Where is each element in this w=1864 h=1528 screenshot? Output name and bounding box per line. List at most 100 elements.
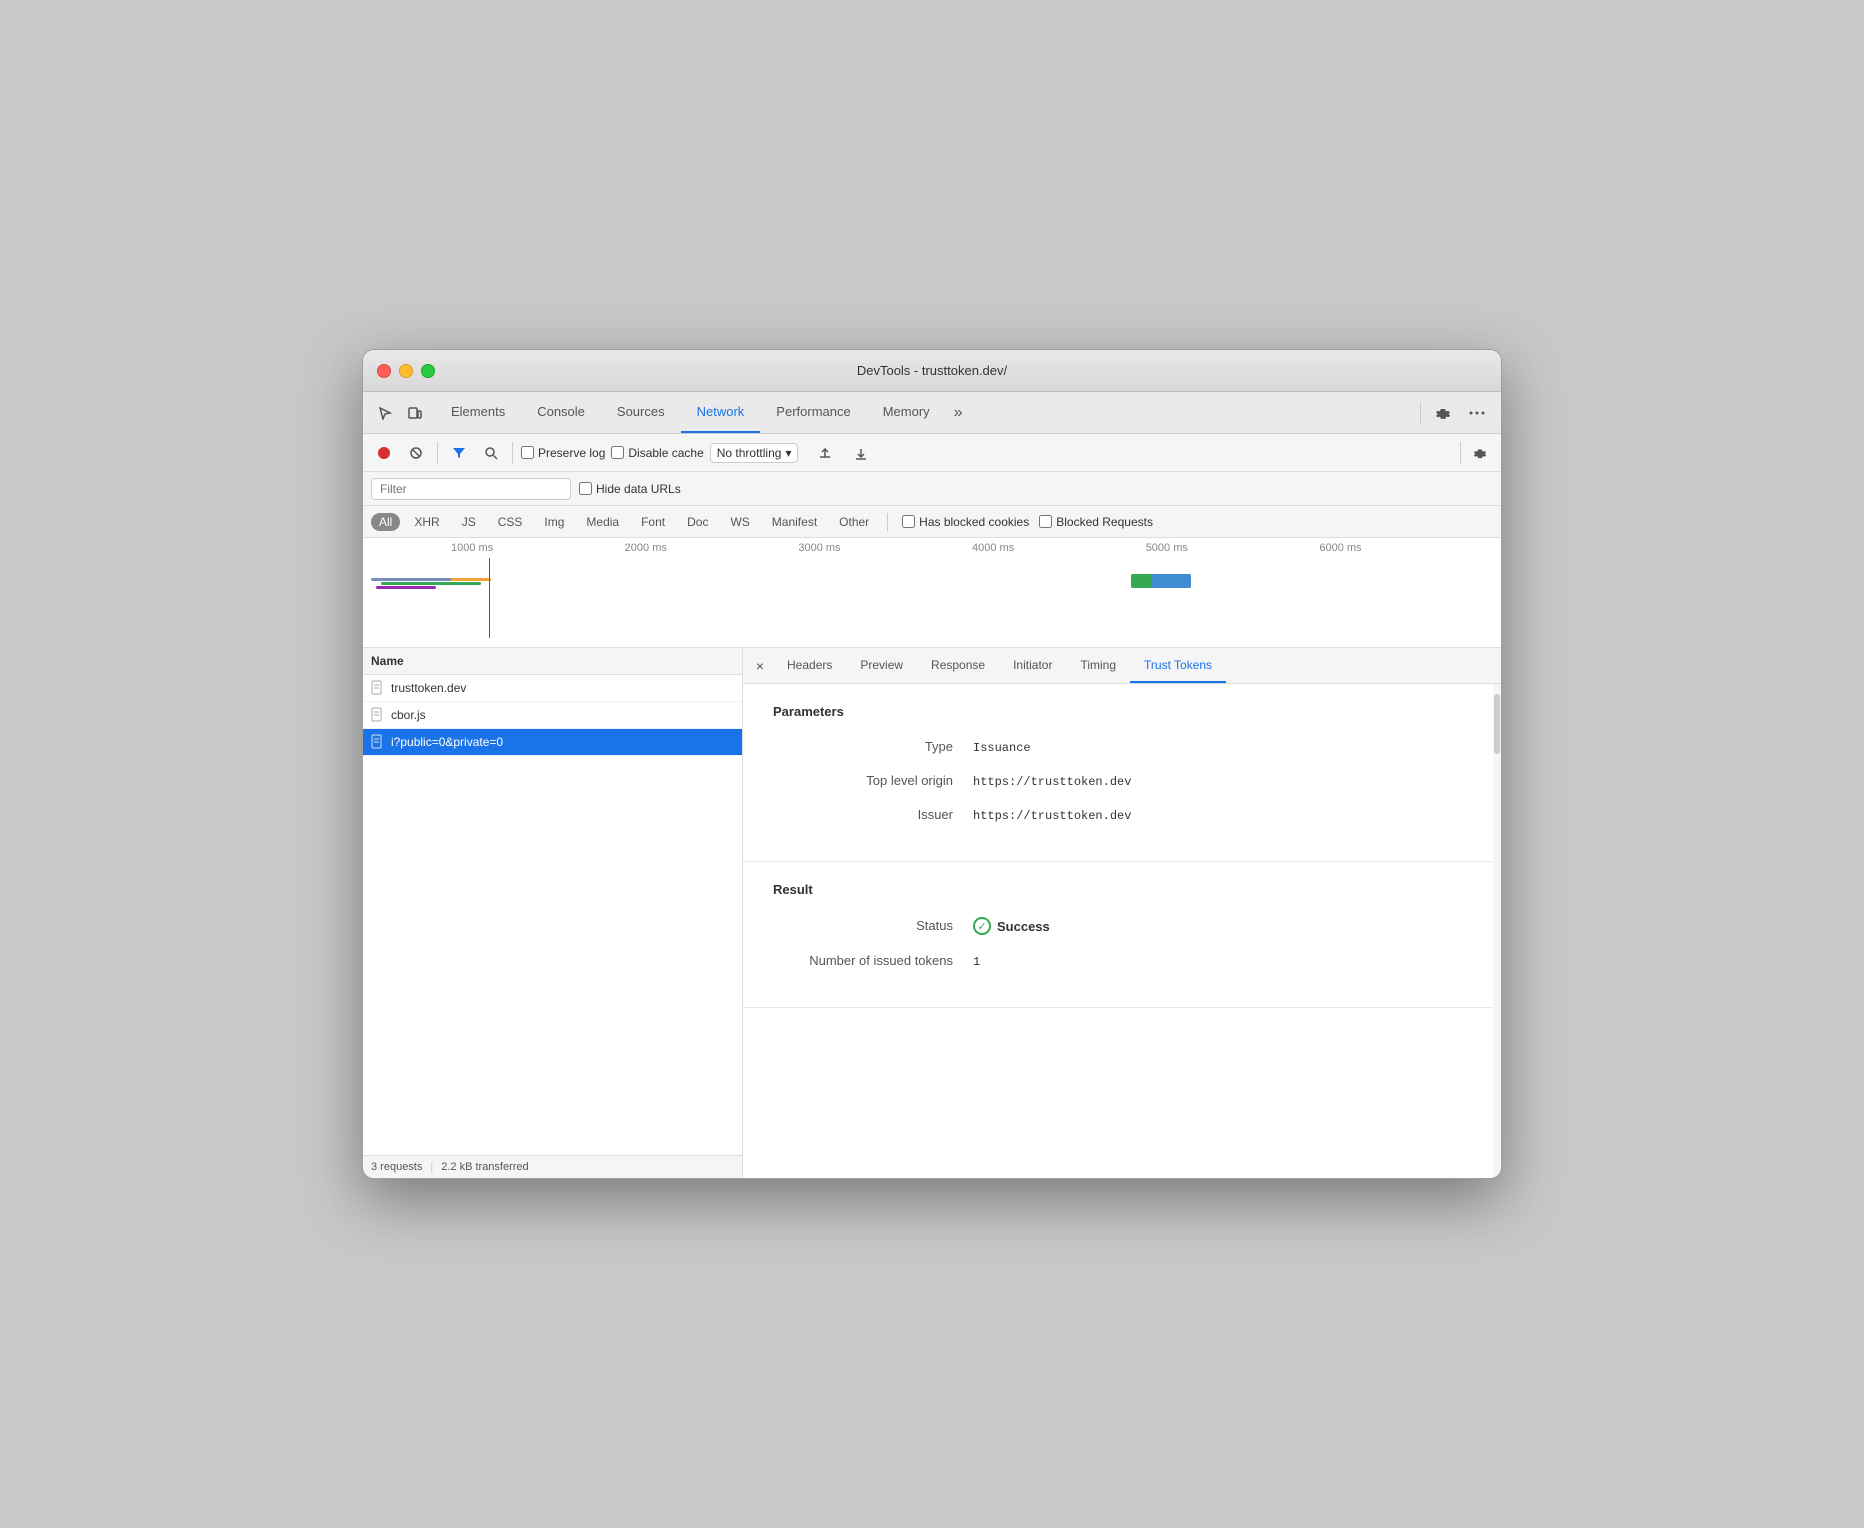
right-panel: × Headers Preview Response Initiator Tim… — [743, 648, 1501, 1178]
settings-icon[interactable] — [1429, 399, 1457, 427]
type-divider — [887, 513, 888, 531]
tab-network[interactable]: Network — [681, 392, 761, 433]
type-manifest-button[interactable]: Manifest — [764, 513, 825, 531]
ruler-mark-2: 2000 ms — [625, 542, 799, 554]
main-area: Name trusttoken.dev cbor — [363, 648, 1501, 1178]
timeline-line-green — [381, 582, 481, 585]
type-all-button[interactable]: All — [371, 513, 400, 531]
divider3 — [1460, 442, 1461, 464]
tab-preview[interactable]: Preview — [846, 648, 917, 683]
type-filter-row: All XHR JS CSS Img Media Font Doc WS Man… — [363, 506, 1501, 538]
hide-data-urls-label: Hide data URLs — [596, 482, 681, 496]
top-level-origin-label: Top level origin — [773, 773, 973, 788]
hide-data-urls-group[interactable]: Hide data URLs — [579, 482, 681, 496]
blocked-requests-label: Blocked Requests — [1056, 515, 1153, 529]
tokens-value: 1 — [973, 955, 980, 969]
maximize-button[interactable] — [421, 364, 435, 378]
type-css-button[interactable]: CSS — [490, 513, 531, 531]
type-media-button[interactable]: Media — [578, 513, 627, 531]
status-value-group: ✓ Success — [973, 917, 1050, 935]
left-panel: Name trusttoken.dev cbor — [363, 648, 743, 1178]
result-section: Result Status ✓ Success Number of issued… — [743, 862, 1501, 1008]
disable-cache-group[interactable]: Disable cache — [611, 446, 703, 460]
request-name: cbor.js — [391, 708, 426, 722]
window-controls — [377, 364, 435, 378]
more-tabs-button[interactable]: » — [946, 404, 971, 422]
filter-input[interactable] — [371, 478, 571, 500]
disable-cache-checkbox[interactable] — [611, 446, 624, 459]
record-button[interactable] — [371, 440, 397, 466]
has-blocked-cookies-group[interactable]: Has blocked cookies — [902, 515, 1029, 529]
type-value: Issuance — [973, 741, 1031, 755]
has-blocked-cookies-checkbox[interactable] — [902, 515, 915, 528]
minimize-button[interactable] — [399, 364, 413, 378]
toolbar-settings-icon[interactable] — [1467, 440, 1493, 466]
device-icon[interactable] — [401, 399, 429, 427]
request-list: trusttoken.dev cbor.js — [363, 675, 742, 1155]
timeline-bar: 1000 ms 2000 ms 3000 ms 4000 ms 5000 ms … — [363, 538, 1501, 648]
tab-performance[interactable]: Performance — [760, 392, 866, 433]
tab-console[interactable]: Console — [521, 392, 601, 433]
close-panel-button[interactable]: × — [747, 653, 773, 679]
preserve-log-checkbox[interactable] — [521, 446, 534, 459]
file-icon — [371, 734, 385, 750]
close-button[interactable] — [377, 364, 391, 378]
cursor-icon[interactable] — [371, 399, 399, 427]
timeline-ruler: 1000 ms 2000 ms 3000 ms 4000 ms 5000 ms … — [363, 538, 1501, 554]
status-value: Success — [997, 919, 1050, 934]
ruler-mark-3: 3000 ms — [798, 542, 972, 554]
type-other-button[interactable]: Other — [831, 513, 877, 531]
devtools-top-tabs: Elements Console Sources Network Perform… — [363, 392, 1501, 434]
status-label: Status — [773, 918, 973, 933]
filter-button[interactable] — [446, 440, 472, 466]
request-name: i?public=0&private=0 — [391, 735, 503, 749]
tab-memory[interactable]: Memory — [867, 392, 946, 433]
clear-button[interactable] — [403, 440, 429, 466]
tokens-row: Number of issued tokens 1 — [773, 953, 1471, 969]
tab-headers[interactable]: Headers — [773, 648, 846, 683]
blocked-requests-group[interactable]: Blocked Requests — [1039, 515, 1153, 529]
top-level-origin-row: Top level origin https://trusttoken.dev — [773, 773, 1471, 789]
type-ws-button[interactable]: WS — [722, 513, 757, 531]
parameters-section: Parameters Type Issuance Top level origi… — [743, 684, 1501, 862]
blocked-requests-checkbox[interactable] — [1039, 515, 1052, 528]
tab-trust-tokens[interactable]: Trust Tokens — [1130, 648, 1226, 683]
type-js-button[interactable]: JS — [454, 513, 484, 531]
type-img-button[interactable]: Img — [536, 513, 572, 531]
tab-elements[interactable]: Elements — [435, 392, 521, 433]
hide-data-urls-checkbox[interactable] — [579, 482, 592, 495]
type-row: Type Issuance — [773, 739, 1471, 755]
status-row: Status ✓ Success — [773, 917, 1471, 935]
type-font-button[interactable]: Font — [633, 513, 673, 531]
tab-initiator[interactable]: Initiator — [999, 648, 1066, 683]
chevron-down-icon: ▾ — [785, 446, 791, 460]
preserve-log-label: Preserve log — [538, 446, 605, 460]
scrollbar-track[interactable] — [1493, 684, 1501, 1178]
request-name: trusttoken.dev — [391, 681, 466, 695]
tab-response[interactable]: Response — [917, 648, 999, 683]
request-item-cbor[interactable]: cbor.js — [363, 702, 742, 729]
request-item-trusttoken[interactable]: trusttoken.dev — [363, 675, 742, 702]
scrollbar-thumb[interactable] — [1494, 694, 1500, 754]
devtools-window: DevTools - trusttoken.dev/ Elements Cons… — [362, 349, 1502, 1179]
file-icon — [371, 707, 385, 723]
download-button[interactable] — [848, 440, 874, 466]
tab-sources[interactable]: Sources — [601, 392, 681, 433]
throttle-select[interactable]: No throttling ▾ — [710, 443, 799, 463]
success-icon: ✓ — [973, 917, 991, 935]
request-item-ipublic[interactable]: i?public=0&private=0 — [363, 729, 742, 756]
tab-timing[interactable]: Timing — [1066, 648, 1130, 683]
type-xhr-button[interactable]: XHR — [406, 513, 447, 531]
has-blocked-cookies-label: Has blocked cookies — [919, 515, 1029, 529]
type-doc-button[interactable]: Doc — [679, 513, 716, 531]
upload-button[interactable] — [812, 440, 838, 466]
preserve-log-group[interactable]: Preserve log — [521, 446, 605, 460]
ruler-mark-5: 5000 ms — [1146, 542, 1320, 554]
window-title: DevTools - trusttoken.dev/ — [857, 363, 1007, 378]
search-button[interactable] — [478, 440, 504, 466]
right-tabs: × Headers Preview Response Initiator Tim… — [743, 648, 1501, 684]
issuer-value: https://trusttoken.dev — [973, 809, 1131, 823]
ellipsis-icon[interactable] — [1463, 399, 1491, 427]
top-level-origin-value: https://trusttoken.dev — [973, 775, 1131, 789]
file-icon — [371, 680, 385, 696]
